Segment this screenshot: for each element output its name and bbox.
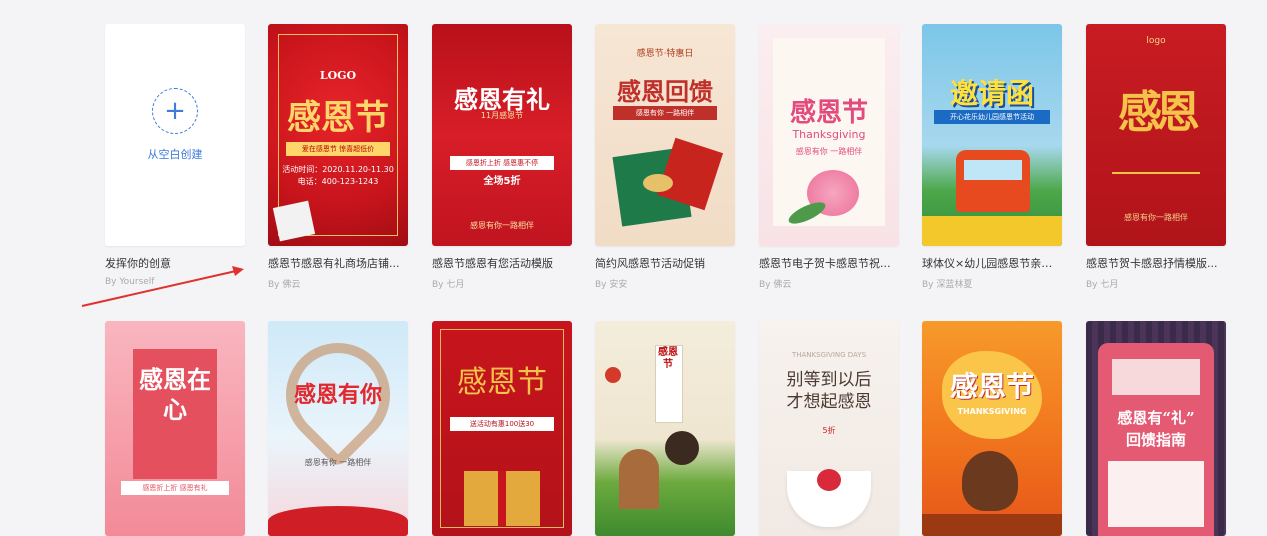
template-author: By 佛云 — [759, 280, 792, 290]
poster-title-2: 才想起感恩 — [786, 392, 872, 412]
template-caption: 感恩节电子贺卡感恩节祝... — [759, 257, 891, 270]
blank-create-tile[interactable]: + 从空白创建 — [105, 24, 245, 246]
template-thumbnail[interactable]: 感恩节 送活动有惠100送30 — [432, 321, 572, 536]
template-thumbnail[interactable]: 感恩有“礼” 回馈指南 — [1086, 321, 1226, 536]
template-author: By Yourself — [105, 277, 155, 287]
heart-icon — [817, 469, 841, 491]
template-author: By 七月 — [432, 280, 465, 290]
template-author: By 佛云 — [268, 280, 301, 290]
template-author: By 七月 — [1086, 280, 1119, 290]
poster-top: 感恩节·特惠日 — [636, 49, 694, 59]
poster-subtitle: 感恩有你 一路相伴 — [304, 458, 372, 467]
template-thumbnail[interactable]: 感恩节 Thanksgiving 感恩有你 一路相伴 — [759, 24, 899, 246]
road — [922, 216, 1062, 246]
poster-ribbon: 爱在感恩节 惊喜超低价 — [286, 142, 390, 156]
template-thumbnail[interactable]: 感恩有礼 11月感恩节 感恩折上折 感恩惠不停 全场5折 感恩有你一路相伴 — [432, 24, 572, 246]
poster-title-2: 回馈指南 — [1125, 431, 1186, 449]
flower-icon — [605, 367, 621, 383]
poster-title: 邀请函 — [949, 77, 1034, 110]
poster-logo: logo — [1146, 36, 1166, 46]
poster-subtitle: THANKSGIVING — [957, 407, 1027, 416]
poster-title: 感恩节 — [457, 365, 547, 400]
child-figure — [619, 449, 659, 509]
template-caption: 简约风感恩节活动促销 — [595, 257, 705, 270]
divider — [1112, 172, 1200, 174]
template-caption: 感恩节贺卡感恩抒情模版... — [1086, 257, 1218, 270]
child-figure — [665, 431, 699, 465]
poster-ribbon: 感恩有你 一路相伴 — [613, 106, 717, 120]
poster-line: 电话：400-123-1243 — [297, 177, 379, 186]
poster-ribbon: 感恩折上折 感恩有礼 — [121, 481, 229, 495]
poster-ribbon: 感恩折上折 感恩惠不停 — [450, 156, 554, 170]
bus-window — [964, 160, 1022, 180]
scroll-icon — [1112, 359, 1200, 395]
template-caption: 感恩节感恩有您活动模版 — [432, 257, 553, 270]
template-card[interactable]: 感恩节 送活动有惠100送30 — [432, 321, 572, 536]
poster-top: THANKSGIVING DAYS — [791, 351, 867, 359]
template-thumbnail[interactable]: THANKSGIVING DAYS 别等到以后 才想起感恩 5折 — [759, 321, 899, 536]
poster-logo: LOGO — [319, 69, 357, 82]
template-card[interactable]: 感恩节 Thanksgiving 感恩有你 一路相伴 感恩节电子贺卡感恩节祝..… — [759, 24, 899, 290]
poster-title: 感恩回馈 — [617, 77, 713, 106]
template-card[interactable]: 感恩节 THANKSGIVING — [922, 321, 1062, 536]
template-thumbnail[interactable]: 感恩节 THANKSGIVING — [922, 321, 1062, 536]
template-card[interactable]: LOGO 感恩节 爱在感恩节 惊喜超低价 活动时间：2020.11.20-11.… — [268, 24, 408, 290]
template-grid: + 从空白创建 发挥你的创意 By Yourself LOGO 感恩节 爱在感恩… — [0, 0, 1267, 536]
scroll-paper — [1108, 461, 1204, 527]
poster-ribbon: 感恩有你 一路相伴 — [795, 147, 863, 156]
template-author: By 深蓝林夏 — [922, 280, 973, 290]
template-thumbnail[interactable]: logo 感恩 感恩有你一路相伴 — [1086, 24, 1226, 246]
plus-icon[interactable]: + — [152, 88, 198, 134]
template-thumbnail[interactable]: 感恩有你 感恩有你 一路相伴 — [268, 321, 408, 536]
poster-title: 感恩在心 — [139, 365, 211, 424]
poster-title: 感恩节 — [949, 370, 1034, 403]
poster-line: 全场5折 — [483, 176, 521, 187]
template-card[interactable]: 感恩有你 感恩有你 一路相伴 — [268, 321, 408, 536]
poster-title: 感恩节 — [658, 347, 678, 370]
template-thumbnail[interactable]: 感恩在心 感恩折上折 感恩有礼 — [105, 321, 245, 536]
template-card[interactable]: logo 感恩 感恩有你一路相伴 感恩节贺卡感恩抒情模版... By 七月 — [1086, 24, 1226, 290]
template-thumbnail[interactable]: 邀请函 开心花乐幼儿园感恩节活动 — [922, 24, 1062, 246]
poster-line: 感恩有你一路相伴 — [1124, 213, 1188, 222]
template-thumbnail[interactable]: LOGO 感恩节 爱在感恩节 惊喜超低价 活动时间：2020.11.20-11.… — [268, 24, 408, 246]
template-thumbnail[interactable]: 感恩节 — [595, 321, 735, 536]
template-card[interactable]: 感恩在心 感恩折上折 感恩有礼 — [105, 321, 245, 536]
poster-title: 感恩节 — [789, 98, 868, 128]
template-caption: 球体仪×幼儿园感恩节亲子... — [922, 257, 1062, 270]
template-author: By 安安 — [595, 280, 628, 290]
poster-line: 感恩有你一路相伴 — [470, 221, 534, 230]
gift-ribbon — [498, 471, 506, 526]
template-card[interactable]: 感恩节·特惠日 感恩回馈 感恩有你 一路相伴 简约风感恩节活动促销 By 安安 — [595, 24, 735, 290]
template-card[interactable]: THANKSGIVING DAYS 别等到以后 才想起感恩 5折 — [759, 321, 899, 536]
poster-subtitle: Thanksgiving — [792, 128, 866, 141]
poster-title: 感恩 — [1118, 87, 1200, 138]
create-blank-label[interactable]: 从空白创建 — [148, 146, 203, 162]
template-caption: 感恩节感恩有礼商场店铺... — [268, 257, 400, 270]
template-thumbnail[interactable]: 感恩节·特惠日 感恩回馈 感恩有你 一路相伴 — [595, 24, 735, 246]
poster-subtitle: 5折 — [822, 426, 836, 435]
poster-line: 活动时间：2020.11.20-11.30 — [282, 165, 394, 174]
template-card[interactable]: 感恩有礼 11月感恩节 感恩折上折 感恩惠不停 全场5折 感恩有你一路相伴 感恩… — [432, 24, 572, 290]
poster-subtitle: 11月感恩节 — [480, 111, 524, 120]
poster-ribbon: 送活动有惠100送30 — [450, 417, 554, 431]
template-card[interactable]: 感恩有“礼” 回馈指南 — [1086, 321, 1226, 536]
template-card[interactable]: 邀请函 开心花乐幼儿园感恩节活动 球体仪×幼儿园感恩节亲子... By 深蓝林夏 — [922, 24, 1062, 290]
template-card[interactable]: 感恩节 — [595, 321, 735, 536]
poster-title: 感恩节 — [287, 98, 389, 138]
poster-ribbon: 开心花乐幼儿园感恩节活动 — [934, 110, 1050, 124]
poster-title: 感恩有“礼” — [1117, 409, 1195, 427]
red-hill — [268, 506, 408, 536]
poster-title: 感恩有你 — [293, 382, 382, 408]
bow-icon — [643, 174, 673, 192]
template-card-blank[interactable]: + 从空白创建 发挥你的创意 By Yourself — [105, 24, 245, 287]
turkey-icon — [962, 451, 1018, 511]
template-caption: 发挥你的创意 — [105, 257, 171, 270]
ground — [922, 514, 1062, 536]
